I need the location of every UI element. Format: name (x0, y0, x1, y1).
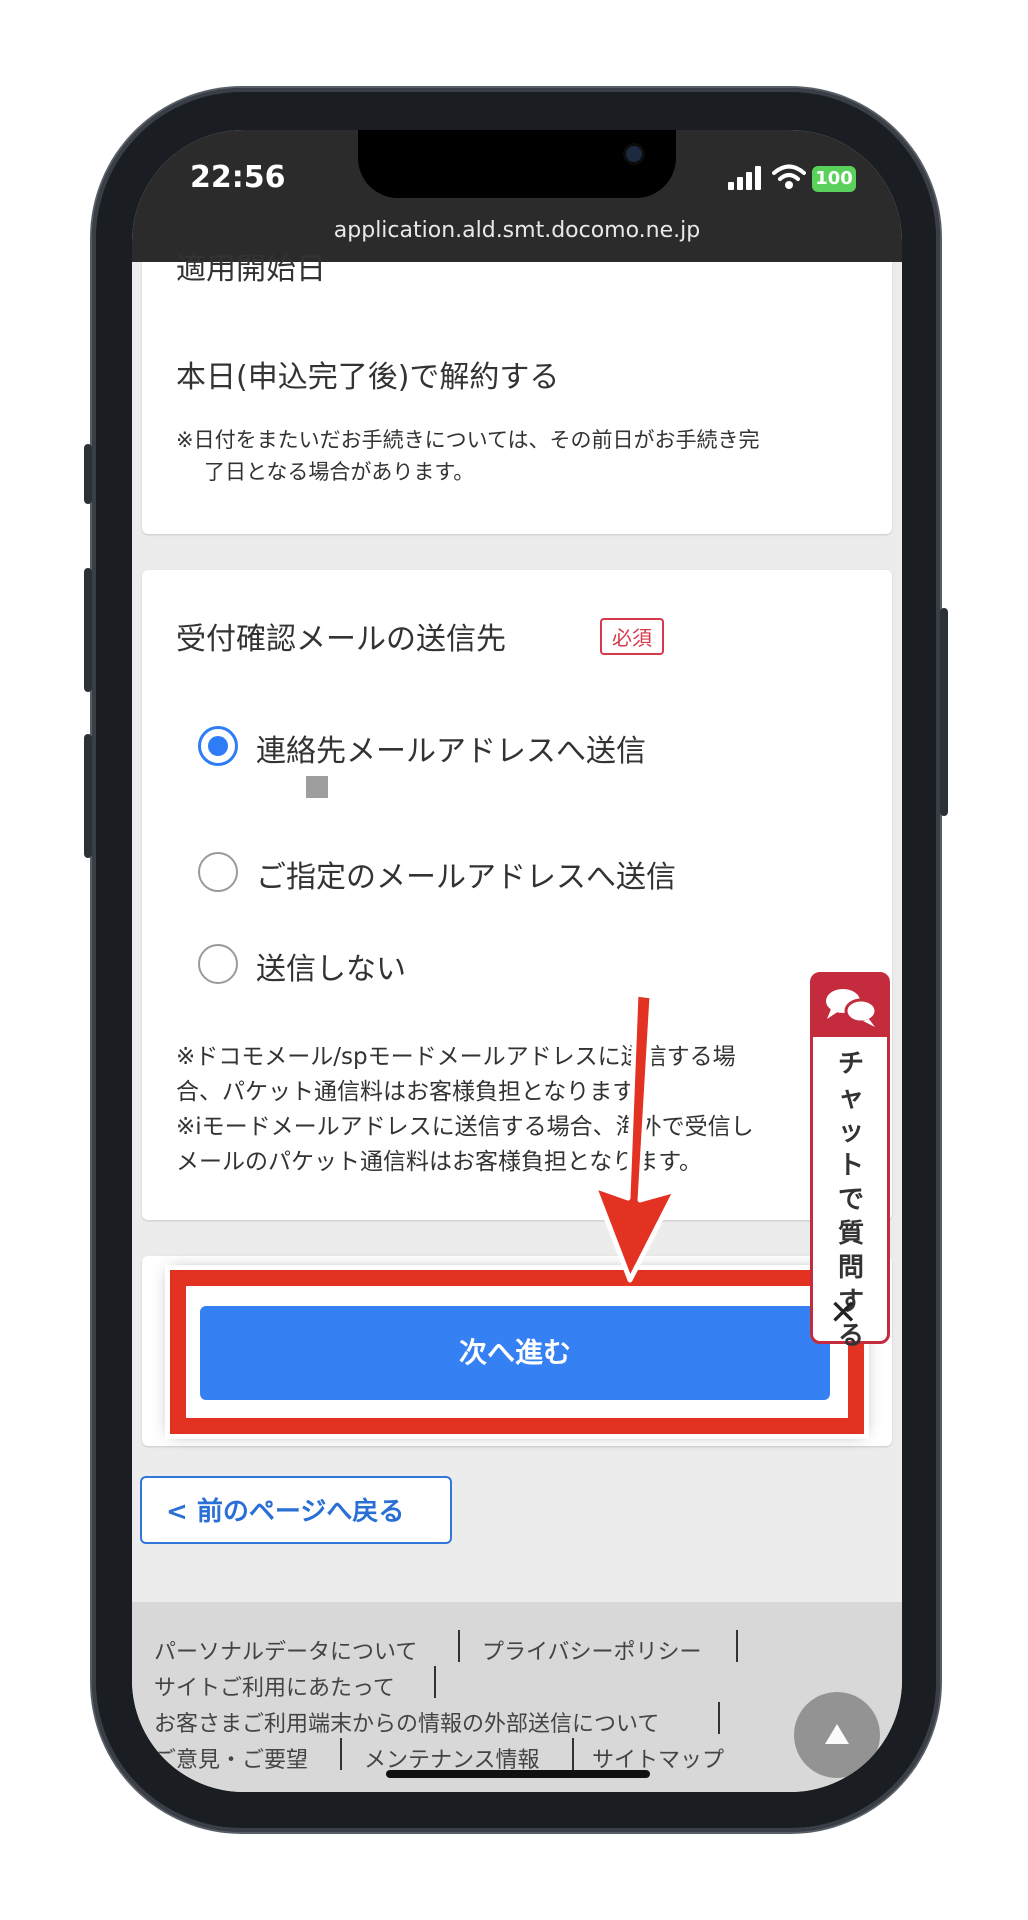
triangle-up-icon (825, 1724, 849, 1744)
back-button-label: 前のページへ戻る (196, 1497, 405, 1527)
status-bar: 22:56 100 application.ald.smt.docomo.ne.… (132, 130, 902, 262)
date-note-line2: 了日となる場合があります。 (204, 460, 475, 484)
radio-contact-email[interactable] (198, 726, 238, 766)
volume-up-button (84, 568, 92, 692)
footer-link-site-terms[interactable]: サイトご利用にあたって (154, 1670, 395, 1702)
footer-separator (572, 1738, 574, 1770)
section-title-partial: 適用開始日 (176, 252, 326, 287)
masked-email-block (306, 776, 328, 798)
volume-down-button (84, 734, 92, 858)
radio-specified-email[interactable] (198, 852, 238, 892)
footer-link-personal-data[interactable]: パーソナルデータについて (154, 1634, 417, 1666)
footer-separator (736, 1630, 738, 1662)
annotation-highlight-box (170, 1270, 864, 1434)
chat-widget[interactable]: チャットで質問する ✕ (810, 972, 890, 1351)
annotation-arrow-icon (591, 991, 679, 1283)
footer-separator (458, 1630, 460, 1662)
battery-icon: 100 (812, 166, 856, 192)
chat-bubbles-icon (826, 989, 878, 1027)
camera-icon (626, 146, 642, 162)
radio-label-no-send[interactable]: 送信しない (256, 944, 406, 988)
mute-switch (84, 444, 92, 504)
cancellation-date-text: 本日(申込完了後)で解約する (176, 360, 560, 395)
footer-separator (340, 1738, 342, 1770)
back-button[interactable]: < 前のページへ戻る (140, 1476, 452, 1544)
chat-header (813, 975, 887, 1037)
home-indicator (386, 1770, 650, 1778)
footer-link-privacy[interactable]: プライバシーポリシー (482, 1634, 702, 1666)
scroll-to-top-button[interactable] (794, 1692, 880, 1778)
signal-icon (728, 166, 761, 190)
footer-link-external-transmission[interactable]: お客さまご利用端末からの情報の外部送信について (154, 1706, 659, 1738)
screen: 22:56 100 application.ald.smt.docomo.ne.… (132, 130, 902, 1792)
radio-no-send[interactable] (198, 944, 238, 984)
footer-link-feedback[interactable]: ご意見・ご要望 (154, 1742, 308, 1774)
email-destination-card: 受付確認メールの送信先 必須 連絡先メールアドレスへ送信 ご指定のメールアドレス… (142, 570, 892, 1220)
notch (358, 130, 676, 198)
address-bar[interactable]: application.ald.smt.docomo.ne.jp (132, 218, 902, 243)
chat-close-icon[interactable]: ✕ (829, 1293, 858, 1333)
footer-separator (434, 1666, 436, 1698)
wifi-icon (772, 164, 806, 189)
cancellation-date-card: 適用開始日 本日(申込完了後)で解約する ※日付をまたいだお手続きについては、そ… (142, 252, 892, 534)
footer: パーソナルデータについて プライバシーポリシー サイトご利用にあたって お客さま… (132, 1602, 902, 1792)
chevron-left-icon: < (166, 1497, 197, 1527)
footer-separator (718, 1702, 720, 1734)
email-section-title: 受付確認メールの送信先 (176, 622, 506, 657)
radio-label-specified-email[interactable]: ご指定のメールアドレスへ送信 (256, 852, 676, 896)
radio-label-contact-email[interactable]: 連絡先メールアドレスへ送信 (256, 726, 646, 770)
power-button (940, 608, 948, 816)
required-badge: 必須 (600, 618, 664, 655)
date-note-line1: ※日付をまたいだお手続きについては、その前日がお手続き完 (176, 428, 760, 452)
clock: 22:56 (190, 160, 286, 195)
